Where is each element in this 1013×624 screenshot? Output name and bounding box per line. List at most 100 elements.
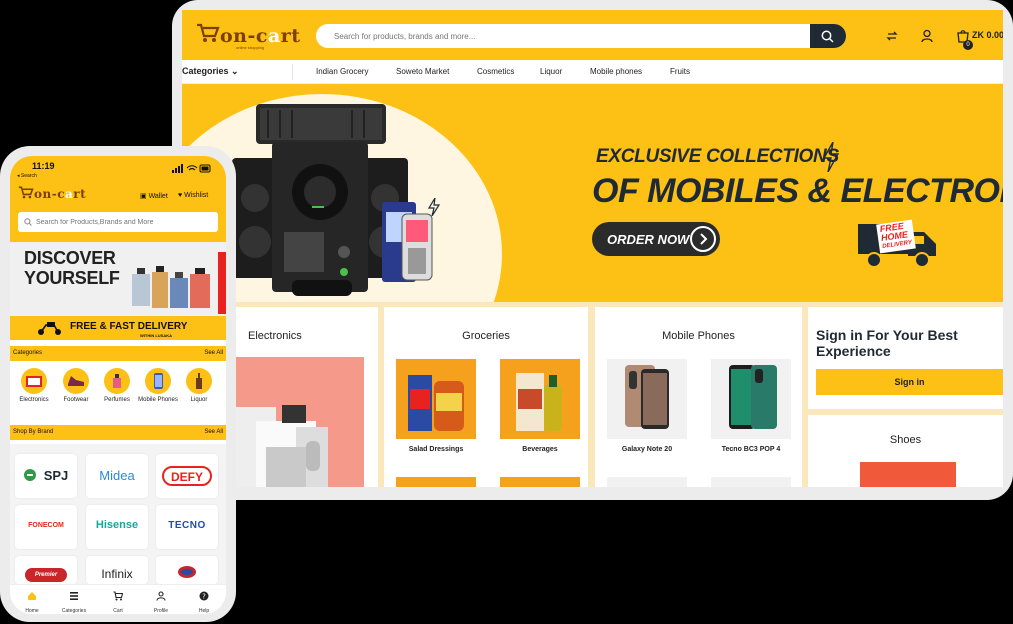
list-icon [70,592,78,600]
wallet-link[interactable]: ▣ Wallet [140,192,168,200]
user-icon[interactable] [920,29,934,43]
beverages-image[interactable] [500,359,580,439]
desktop-search-input[interactable] [334,24,804,48]
search-icon [821,30,834,43]
product-name[interactable]: Salad Dressings [386,446,486,453]
brand-logo-icon [178,566,196,578]
nav-item-mobile-phones[interactable]: Mobile phones [590,67,642,76]
wallet-label: Wallet [148,193,168,200]
banner-headline-1: DISCOVER [24,248,116,268]
nav-item-indian-grocery[interactable]: Indian Grocery [316,67,368,76]
brand-midea[interactable]: Midea [86,454,148,498]
tab-help[interactable]: ? Help [184,588,224,614]
logo-text: on-c [220,25,268,47]
product-tile [500,477,580,487]
category-perfumes[interactable]: Perfumes [97,368,137,404]
signin-button[interactable]: Sign in [816,369,1003,395]
electronics-icon [21,368,47,394]
galaxy-note-20-image[interactable] [607,359,687,439]
hero-banner[interactable]: EXCLUSIVE COLLECTIONS OF MOBILES & ELECT… [182,84,1003,302]
see-all-brands-link[interactable]: See All [204,429,223,435]
brand-other[interactable] [156,556,218,584]
product-tile [711,477,791,487]
phone-logo[interactable]: on-cart [18,186,86,202]
category-liquor[interactable]: Liquor [179,368,219,404]
nav-item-cosmetics[interactable]: Cosmetics [477,67,514,76]
back-to-search[interactable]: ◂ Search [17,173,37,179]
signin-card: Sign in For Your Best Experience Sign in [808,307,1003,409]
nav-item-liquor[interactable]: Liquor [540,67,562,76]
phone-search-bar [18,212,218,232]
brand-defy[interactable]: DEFY [156,454,218,498]
perfume-bottles-image [132,252,226,314]
logo-text: on-c [34,187,66,201]
category-label: Footwear [63,397,89,403]
product-name[interactable]: Galaxy Note 20 [597,446,697,453]
cart-logo-icon [18,186,34,202]
logo-a-letter: a [267,25,281,47]
phone-hero-banner[interactable]: DISCOVER YOURSELF [10,242,226,316]
desktop-logo[interactable]: on-cart online shopping [196,23,301,50]
electronics-card[interactable]: Electronics [236,307,378,487]
section-title: Shop By Brand [13,429,54,435]
brand-hisense[interactable]: Hisense [86,505,148,549]
tecno-bc3-image[interactable] [711,359,791,439]
tab-profile[interactable]: Profile [141,588,181,614]
cart-total[interactable]: ZK 0.00 [972,30,1003,40]
footwear-icon [63,368,89,394]
home-theatre-image [232,104,433,296]
product-name[interactable]: Tecno BC3 POP 4 [701,446,801,453]
chevron-down-icon: ⌄ [231,66,239,76]
salad-dressings-image[interactable] [396,359,476,439]
mobile-phones-card[interactable]: Mobile Phones Galaxy Note 20 Tecno BC3 P… [595,307,802,487]
help-icon: ? [199,591,209,601]
brand-fonecom[interactable]: FONECOM [15,505,77,549]
brand-tecno[interactable]: TECNO [156,505,218,549]
card-title: Electronics [248,330,302,342]
tab-label: Categories [61,608,87,614]
categories-label: Categories [182,66,229,76]
logo-text-end: rt [280,25,301,47]
category-electronics[interactable]: Electronics [14,368,54,404]
groceries-card[interactable]: Groceries Salad Dressings Beverages [384,307,588,487]
product-name[interactable]: Beverages [490,446,590,453]
card-title: Mobile Phones [662,330,735,342]
tab-home[interactable]: Home [12,588,52,614]
brand-name: Infinix [101,567,133,581]
delivery-scooter-icon [38,322,61,335]
nav-item-fruits[interactable]: Fruits [670,67,690,76]
category-footwear[interactable]: Footwear [56,368,96,404]
desktop-search-bar [316,24,846,48]
cart-logo-icon [196,23,220,49]
category-label: Mobile Phones [138,397,178,403]
see-all-categories-link[interactable]: See All [204,350,223,356]
free-home-delivery-badge: FREE HOME DELIVERY [858,218,948,275]
tab-label: Home [25,608,39,614]
nav-item-soweto-market[interactable]: Soweto Market [396,67,449,76]
wishlist-label: Wishlist [184,192,209,199]
desktop-search-button[interactable] [810,24,846,48]
category-label: Liquor [190,397,208,403]
category-label: Perfumes [104,397,130,403]
wishlist-link[interactable]: ♥ Wishlist [178,192,208,199]
brand-spj[interactable]: SPJ [15,454,77,498]
phone-search-input[interactable] [36,212,214,232]
categories-dropdown[interactable]: Categories ⌄ [182,66,239,77]
tab-categories[interactable]: Categories [54,588,94,614]
brand-name: SPJ [43,468,69,483]
free-delivery-subtext: WITHIN LUSAKA [140,333,172,338]
user-icon [156,591,166,601]
tab-cart[interactable]: Cart [98,588,138,614]
logo-tagline: online shopping [236,45,265,50]
shoes-card[interactable]: Shoes [808,415,1003,487]
brand-infinix[interactable]: Infinix [86,556,148,584]
card-title: Groceries [462,330,510,342]
order-now-button[interactable]: ORDER NOW [592,222,720,256]
brand-premier[interactable]: Premier [15,556,77,584]
lightning-icon [428,198,440,216]
category-mobile-phones[interactable]: Mobile Phones [138,368,178,404]
bottom-tab-bar: Home Categories Cart Profile ? Help [10,584,226,614]
compare-icon[interactable] [885,29,899,43]
free-delivery-strip: FREE & FAST DELIVERY WITHIN LUSAKA [10,316,226,340]
nav-divider [292,64,293,80]
